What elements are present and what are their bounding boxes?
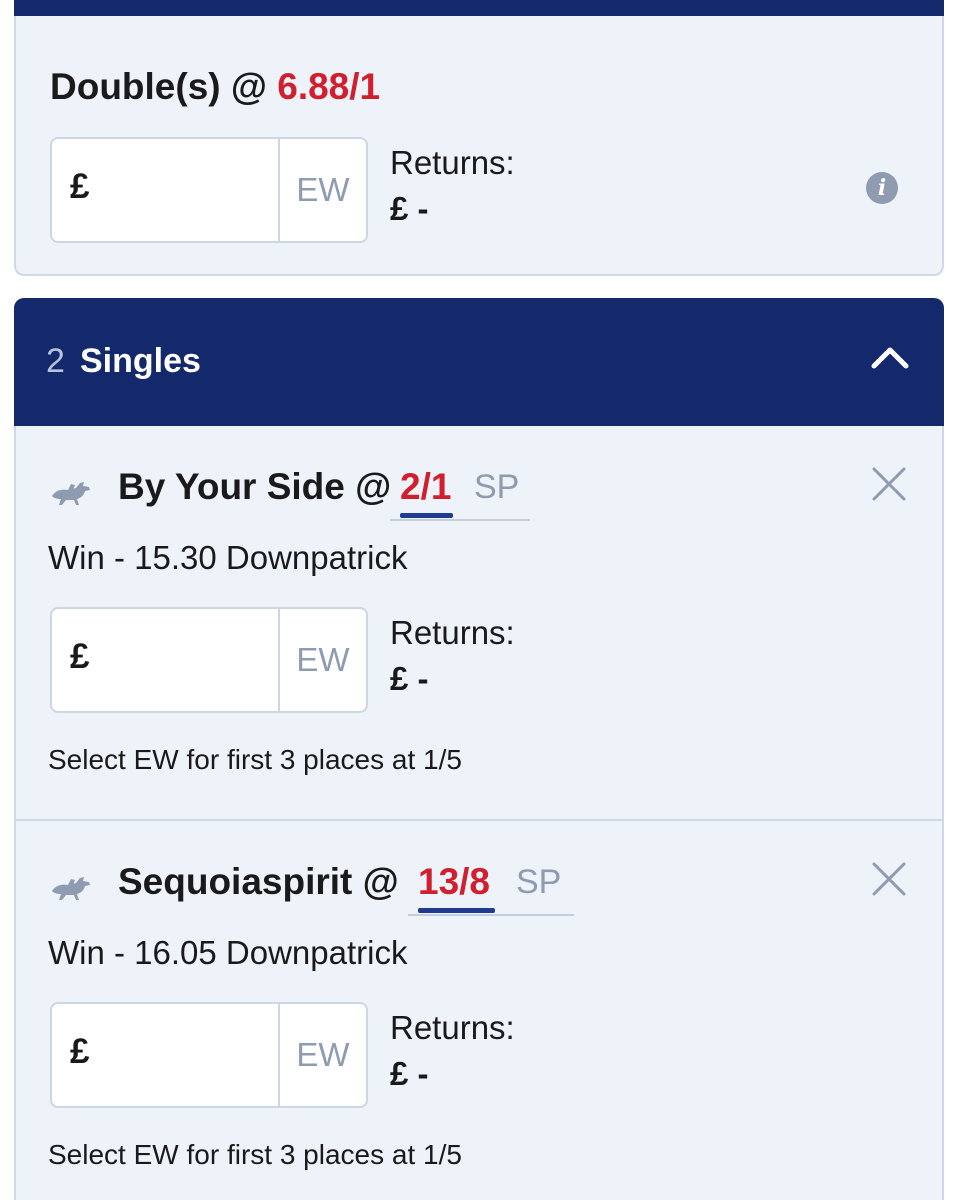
stake-input[interactable]: £ EW [50,607,368,713]
info-icon[interactable]: i [866,172,898,204]
horse-racing-icon [52,482,90,505]
multiple-odds: 6.88/1 [277,66,381,107]
market-description: Win - 15.30 Downpatrick [48,539,408,576]
returns: Returns: £ - [390,1005,515,1097]
selection-odds[interactable]: 2/1 [400,466,451,508]
currency-symbol: £ [70,1032,90,1071]
singles-list: By Your Side @ 2/1 SP Win - 15.30 Downpa… [14,426,944,1200]
stake-input[interactable]: £ EW [50,137,368,243]
singles-count: 2 [46,342,65,380]
selection-item: Sequoiaspirit @ 13/8 SP Win - 16.05 Down… [16,821,942,1200]
multiple-bet-card: Double(s) @ 6.88/1 £ EW Returns: £ - i [14,16,944,276]
each-way-terms: Select EW for first 3 places at 1/5 [48,1139,462,1170]
starting-price-option[interactable]: SP [516,863,561,902]
returns-label: Returns: [390,1009,515,1046]
starting-price-option[interactable]: SP [474,468,519,507]
each-way-terms: Select EW for first 3 places at 1/5 [48,744,462,775]
odds-divider [408,914,574,916]
returns-label: Returns: [390,614,515,651]
multiple-label: Double(s) @ [50,66,267,107]
returns-value: £ - [390,190,429,227]
odds-selected-underline [400,513,453,518]
betslip: Double(s) @ 6.88/1 £ EW Returns: £ - i 2… [0,0,955,1200]
horse-racing-icon [52,877,90,900]
selection-item: By Your Side @ 2/1 SP Win - 15.30 Downpa… [16,426,942,819]
odds-selected-underline [418,908,495,913]
market-description: Win - 16.05 Downpatrick [48,934,408,971]
each-way-toggle[interactable]: EW [278,609,366,711]
each-way-toggle[interactable]: EW [278,139,366,241]
returns: Returns: £ - [390,140,515,232]
close-icon[interactable] [871,466,907,502]
returns: Returns: £ - [390,610,515,702]
odds-divider [390,519,530,521]
each-way-toggle[interactable]: EW [278,1004,366,1106]
selection-odds[interactable]: 13/8 [418,861,490,903]
returns-label: Returns: [390,144,515,181]
returns-value: £ - [390,1055,429,1092]
singles-label: Singles [80,342,201,380]
stake-input[interactable]: £ EW [50,1002,368,1108]
chevron-up-icon[interactable] [870,338,910,378]
selection-name: By Your Side @ [118,466,392,507]
selection-name: Sequoiaspirit @ [118,861,399,902]
currency-symbol: £ [70,167,90,206]
multiple-title: Double(s) @ 6.88/1 [50,66,380,108]
close-icon[interactable] [871,861,907,897]
returns-value: £ - [390,660,429,697]
currency-symbol: £ [70,637,90,676]
singles-header[interactable]: 2 Singles [14,298,944,426]
